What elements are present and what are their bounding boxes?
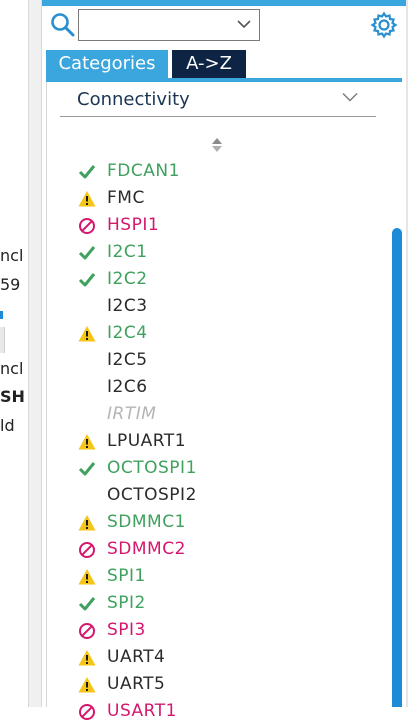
search-combobox[interactable] [78, 9, 260, 41]
peripheral-label: I2C3 [107, 296, 148, 316]
clipped-text: ld [0, 416, 15, 435]
clipped-text: SH [0, 387, 25, 406]
peripheral-item[interactable]: SDMMC2 [78, 536, 378, 563]
peripheral-item[interactable]: I2C2 [78, 266, 378, 293]
check-icon [78, 273, 96, 287]
peripheral-label: I2C2 [107, 269, 148, 289]
peripheral-item[interactable]: I2C3 [78, 293, 378, 320]
peripheral-label: UART5 [107, 674, 166, 694]
peripheral-label: I2C6 [107, 377, 148, 397]
category-dropdown-underline [60, 116, 376, 117]
peripheral-item[interactable]: I2C6 [78, 374, 378, 401]
peripheral-label: LPUART1 [107, 431, 187, 451]
peripheral-label: FMC [107, 188, 145, 208]
peripheral-item[interactable]: USART1 [78, 698, 378, 725]
peripheral-item[interactable]: SPI2 [78, 590, 378, 617]
clipped-indicator [0, 311, 3, 319]
left-pane-clipped: ncl 59 ncl SH ld [0, 0, 28, 707]
clipped-control [0, 327, 5, 353]
check-icon [78, 165, 96, 179]
warning-icon [78, 515, 96, 531]
warning-icon [78, 650, 96, 666]
peripheral-item[interactable]: SDMMC1 [78, 509, 378, 536]
forbidden-icon [79, 704, 95, 720]
forbidden-icon [79, 218, 95, 234]
panel-border [406, 0, 408, 707]
warning-icon [78, 434, 96, 450]
check-icon [78, 597, 96, 611]
clipped-text: 59 [0, 275, 21, 294]
search-icon[interactable] [50, 12, 76, 38]
peripheral-label: USART1 [107, 701, 177, 721]
forbidden-icon [79, 542, 95, 558]
chevron-down-icon[interactable] [237, 19, 251, 29]
check-icon [78, 246, 96, 260]
peripheral-item[interactable]: FMC [78, 185, 378, 212]
clipped-text: ncl [0, 246, 24, 265]
peripheral-item[interactable]: FDCAN1 [78, 158, 378, 185]
warning-icon [78, 191, 96, 207]
peripheral-list: FDCAN1 FMC HSPI1 I2C1 I2C2 I2C3 I2C4 I2C5 I2C6 IR… [78, 158, 378, 725]
peripheral-label: OCTOSPI2 [107, 485, 197, 505]
peripheral-label: OCTOSPI1 [107, 458, 197, 478]
peripheral-item[interactable]: HSPI1 [78, 212, 378, 239]
peripheral-label: SPI3 [107, 620, 146, 640]
clipped-text: ncl [0, 359, 24, 378]
gear-icon[interactable] [370, 11, 398, 39]
peripheral-label: I2C1 [107, 242, 148, 262]
peripheral-label: SPI2 [107, 593, 146, 613]
sort-icon[interactable] [210, 136, 224, 154]
category-dropdown[interactable]: Connectivity [77, 89, 190, 110]
peripheral-item[interactable]: LPUART1 [78, 428, 378, 455]
panel-top-bar [42, 0, 408, 6]
pane-splitter[interactable] [28, 0, 42, 707]
warning-icon [78, 569, 96, 585]
peripheral-item[interactable]: I2C4 [78, 320, 378, 347]
peripheral-label: I2C4 [107, 323, 148, 343]
pinout-categories-panel: Categories A->Z Connectivity FDCAN1 FMC HS… [42, 0, 408, 721]
peripheral-item[interactable]: SPI3 [78, 617, 378, 644]
peripheral-label: IRTIM [107, 404, 157, 424]
search-input[interactable] [81, 12, 235, 40]
peripheral-label: UART4 [107, 647, 166, 667]
tab-categories[interactable]: Categories [46, 50, 168, 78]
peripheral-label: SDMMC1 [107, 512, 186, 532]
peripheral-label: SPI1 [107, 566, 146, 586]
peripheral-label: HSPI1 [107, 215, 160, 235]
peripheral-item[interactable]: OCTOSPI1 [78, 455, 378, 482]
peripheral-item[interactable]: IRTIM [78, 401, 378, 428]
peripheral-label: I2C5 [107, 350, 148, 370]
peripheral-item[interactable]: SPI1 [78, 563, 378, 590]
peripheral-label: FDCAN1 [107, 161, 180, 181]
peripheral-label: SDMMC2 [107, 539, 186, 559]
peripheral-item[interactable]: I2C1 [78, 239, 378, 266]
scrollbar-thumb[interactable] [392, 228, 402, 707]
warning-icon [78, 677, 96, 693]
warning-icon [78, 326, 96, 342]
peripheral-item[interactable]: I2C5 [78, 347, 378, 374]
check-icon [78, 462, 96, 476]
tab-a-to-z[interactable]: A->Z [172, 50, 246, 78]
forbidden-icon [79, 623, 95, 639]
peripheral-item[interactable]: OCTOSPI2 [78, 482, 378, 509]
chevron-down-icon[interactable] [342, 92, 358, 102]
peripheral-item[interactable]: UART5 [78, 671, 378, 698]
peripheral-item[interactable]: UART4 [78, 644, 378, 671]
